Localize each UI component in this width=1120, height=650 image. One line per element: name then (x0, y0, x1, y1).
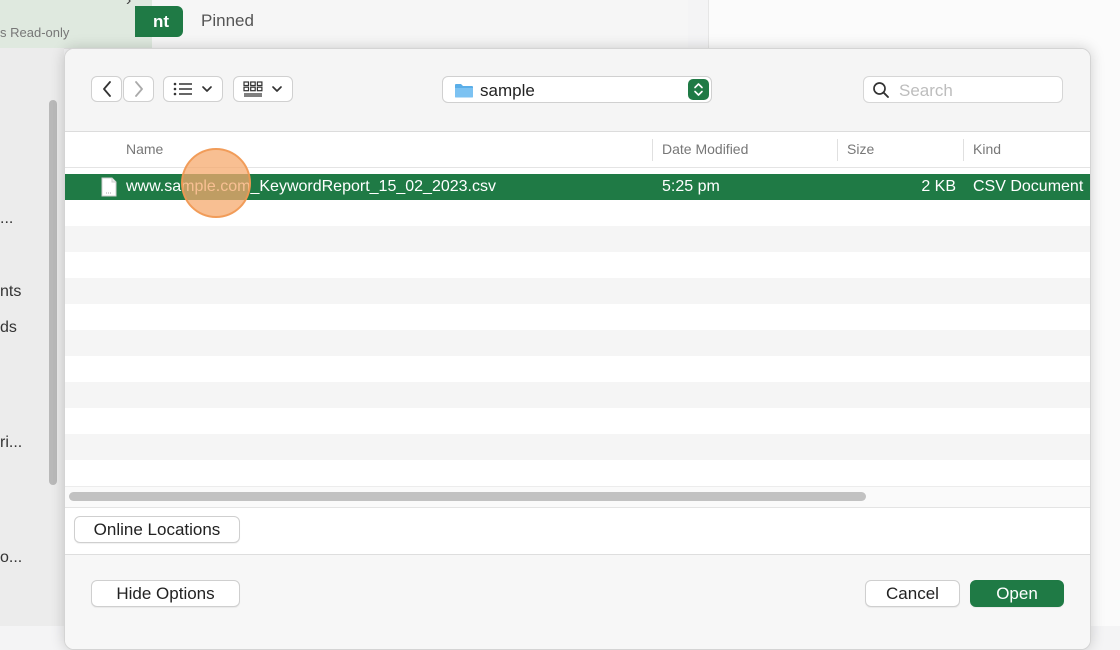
touch-indicator (181, 148, 251, 218)
empty-row (65, 304, 1090, 330)
column-header-size[interactable]: Size (847, 141, 874, 157)
tab-pinned[interactable]: Pinned (201, 11, 254, 31)
sidebar-item[interactable]: nts (0, 283, 21, 301)
file-list: www.sample.com_KeywordReport_15_02_2023.… (65, 174, 1090, 486)
column-separator[interactable] (963, 139, 964, 161)
background-popover: › s Read-only (0, 0, 152, 48)
stepper-icon (688, 79, 709, 100)
empty-row (65, 252, 1090, 278)
empty-row (65, 434, 1090, 460)
sidebar-item[interactable]: ds (0, 319, 17, 337)
empty-row (65, 226, 1090, 252)
open-file-dialog: sample Name Date Modified Size Kind (64, 48, 1091, 650)
empty-row (65, 460, 1090, 486)
empty-row (65, 382, 1090, 408)
empty-row (65, 356, 1090, 382)
chevron-right-icon (134, 81, 143, 97)
forward-button[interactable] (123, 76, 154, 102)
chevron-down-icon (272, 86, 282, 92)
grid-view-button[interactable] (233, 76, 293, 102)
chevron-right-icon: › (126, 0, 132, 9)
location-label: sample (480, 81, 535, 100)
back-button[interactable] (91, 76, 122, 102)
cancel-button[interactable]: Cancel (865, 580, 960, 607)
empty-row (65, 330, 1090, 356)
online-locations-button[interactable]: Online Locations (74, 516, 240, 543)
dialog-toolbar: sample (65, 49, 1090, 132)
open-button[interactable]: Open (970, 580, 1064, 607)
document-icon (101, 177, 117, 197)
file-size: 2 KB (921, 178, 956, 195)
column-header-name[interactable]: Name (126, 141, 163, 157)
file-kind: CSV Document (973, 178, 1084, 195)
sidebar-scrollbar[interactable] (49, 100, 57, 485)
column-header-date-modified[interactable]: Date Modified (662, 141, 748, 157)
sidebar-item[interactable]: ... (0, 210, 13, 228)
file-date-modified: 5:25 pm (662, 178, 720, 195)
search-icon (873, 82, 889, 98)
grid-view-icon (243, 81, 263, 97)
chevron-left-icon (102, 81, 111, 97)
column-separator[interactable] (652, 139, 653, 161)
column-header-kind[interactable]: Kind (973, 141, 1001, 157)
search-input[interactable] (897, 79, 1061, 102)
sidebar-item[interactable]: o... (0, 549, 22, 567)
sidebar-item[interactable]: ri... (0, 434, 22, 452)
readonly-label: s Read-only (0, 25, 70, 40)
folder-icon (455, 84, 473, 98)
hide-options-button[interactable]: Hide Options (91, 580, 240, 607)
horizontal-scroll-thumb[interactable] (69, 492, 866, 501)
search-field[interactable] (863, 76, 1063, 103)
list-view-button[interactable] (163, 76, 223, 102)
list-view-icon (173, 82, 192, 96)
empty-row (65, 278, 1090, 304)
background-sidebar: ... nts ds ri... o... (0, 48, 64, 626)
chevron-down-icon (202, 86, 212, 92)
location-popup[interactable]: sample (442, 76, 712, 103)
column-separator[interactable] (837, 139, 838, 161)
tab-recent[interactable]: nt (135, 6, 183, 37)
horizontal-scrollbar[interactable] (65, 486, 1090, 508)
empty-row (65, 408, 1090, 434)
